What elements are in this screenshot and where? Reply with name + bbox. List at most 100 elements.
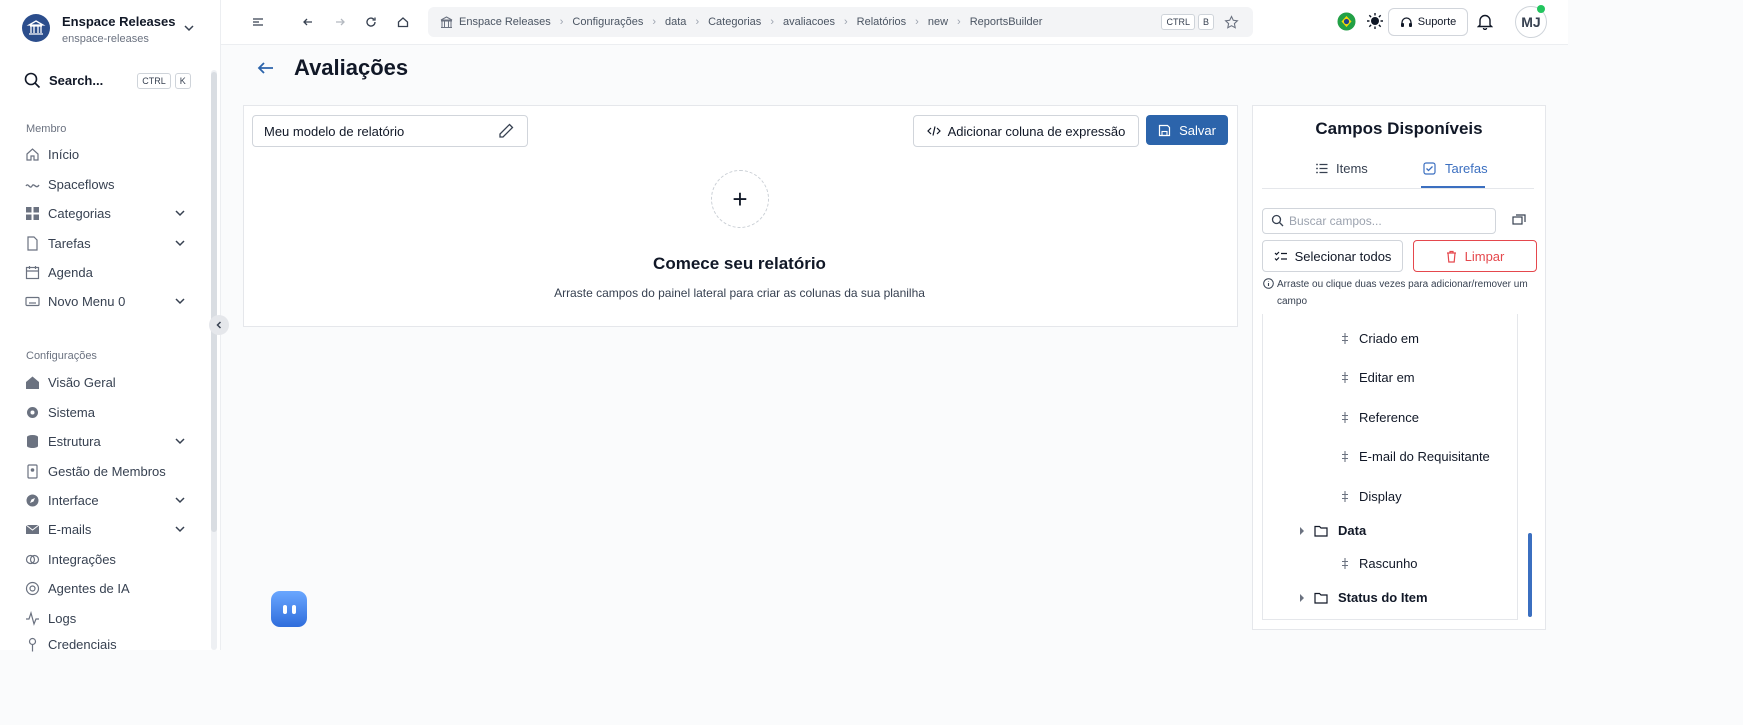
clear-label: Limpar (1464, 248, 1505, 264)
sidebar-item-visao-geral[interactable]: Visão Geral (24, 371, 184, 393)
tab-label: Items (1336, 161, 1368, 176)
caret-right-icon[interactable] (1299, 526, 1305, 535)
caret-right-icon[interactable] (1299, 593, 1305, 602)
database-icon (24, 433, 40, 449)
brazil-flag-icon[interactable] (1337, 12, 1356, 31)
chevron-down-icon[interactable] (174, 523, 186, 535)
search-button[interactable]: Search... CTRL K (24, 72, 191, 89)
fields-search-input[interactable]: Buscar campos... (1262, 208, 1496, 234)
breadcrumb-item[interactable]: Categorias (708, 16, 761, 28)
sidebar-item-agentes-ia[interactable]: Agentes de IA (24, 577, 184, 599)
sidebar-item-interface[interactable]: Interface (24, 489, 186, 511)
field-item-criado-em[interactable]: Criado em (1340, 331, 1419, 346)
sidebar-item-integracoes[interactable]: Integrações (24, 548, 184, 570)
chevron-down-icon[interactable] (183, 22, 195, 34)
field-item-email-requisitante[interactable]: E-mail do Requisitante (1340, 449, 1490, 464)
sidebar-item-logs[interactable]: Logs (24, 607, 184, 629)
star-icon[interactable] (1224, 14, 1239, 30)
folder-status-item[interactable]: Status do Item (1299, 590, 1428, 605)
drag-handle-icon[interactable] (1340, 411, 1350, 424)
add-expression-label: Adicionar coluna de expressão (947, 123, 1126, 139)
sidebar-scroll-thumb[interactable] (211, 72, 217, 532)
sidebar-item-label: Gestão de Membros (48, 463, 166, 479)
sidebar-item-label: Sistema (48, 404, 95, 420)
chevron-down-icon[interactable] (174, 435, 186, 447)
drag-handle-icon[interactable] (1340, 332, 1350, 345)
kbd-ctrl: CTRL (1161, 14, 1195, 30)
sidebar-item-emails[interactable]: E-mails (24, 518, 186, 540)
fields-tree-scrollbar[interactable] (1528, 533, 1532, 617)
drag-handle-icon[interactable] (1340, 557, 1350, 570)
clear-button[interactable]: Limpar (1413, 240, 1537, 272)
search-placeholder: Buscar campos... (1289, 214, 1382, 228)
collapse-all-icon[interactable] (1512, 213, 1526, 226)
sidebar-item-spaceflows[interactable]: Spaceflows (24, 173, 184, 195)
chevron-down-icon[interactable] (174, 237, 186, 249)
sidebar-item-sistema[interactable]: Sistema (24, 401, 184, 423)
workspace-logo[interactable] (22, 14, 50, 42)
sidebar-item-credenciais[interactable]: Credenciais (24, 636, 184, 652)
sidebar-item-label: Logs (48, 610, 77, 626)
active-tab-indicator (1421, 186, 1485, 188)
breadcrumb-item[interactable]: Enspace Releases (459, 16, 551, 28)
add-expression-column-button[interactable]: Adicionar coluna de expressão (913, 115, 1139, 147)
field-item-rascunho[interactable]: Rascunho (1340, 556, 1418, 571)
ai-icon (24, 580, 40, 596)
home-icon (24, 374, 40, 390)
breadcrumb-item[interactable]: data (665, 16, 686, 28)
folder-data[interactable]: Data (1299, 523, 1366, 538)
breadcrumb: Enspace Releases › Configurações › data › C… (428, 7, 1253, 37)
sidebar-item-tarefas[interactable]: Tarefas (24, 232, 186, 254)
back-button[interactable] (256, 58, 276, 78)
field-item-editar-em[interactable]: Editar em (1340, 370, 1415, 385)
forward-arrow-icon[interactable] (331, 13, 349, 31)
breadcrumb-item[interactable]: ReportsBuilder (970, 16, 1043, 28)
ai-assistant-bot-icon[interactable] (271, 591, 307, 627)
chevron-down-icon[interactable] (174, 494, 186, 506)
drag-handle-icon[interactable] (1340, 450, 1350, 463)
sidebar-item-estrutura[interactable]: Estrutura (24, 430, 186, 452)
breadcrumb-item[interactable]: avaliacoes (783, 16, 835, 28)
workspace-name[interactable]: Enspace Releases (62, 14, 175, 29)
chevron-down-icon[interactable] (174, 207, 186, 219)
sidebar-toggle-icon[interactable] (249, 13, 267, 31)
refresh-icon[interactable] (362, 13, 380, 31)
collapse-sidebar-button[interactable] (209, 315, 229, 335)
report-name-field[interactable]: Meu modelo de relatório (252, 115, 528, 147)
field-label: Reference (1359, 410, 1419, 425)
headset-icon (1400, 16, 1413, 29)
page-title: Avaliações (294, 55, 409, 80)
home-icon[interactable] (394, 13, 412, 31)
add-column-plus-icon[interactable]: + (711, 170, 769, 228)
field-label: Criado em (1359, 331, 1419, 346)
bell-icon[interactable] (1477, 13, 1493, 30)
pencil-icon[interactable] (497, 122, 515, 140)
theme-toggle-icon[interactable] (1366, 12, 1384, 30)
save-button[interactable]: Salvar (1146, 115, 1228, 145)
fields-tree[interactable] (1262, 314, 1518, 620)
breadcrumb-item[interactable]: new (928, 16, 948, 28)
sidebar-item-label: Credenciais (48, 636, 117, 652)
tab-items[interactable]: Items (1316, 161, 1368, 176)
section-title-config: Configurações (26, 350, 97, 362)
grid-icon (24, 205, 40, 221)
back-arrow-icon[interactable] (299, 13, 317, 31)
breadcrumb-item[interactable]: Relatórios (857, 16, 907, 28)
sidebar-item-categorias[interactable]: Categorias (24, 202, 186, 224)
drag-handle-icon[interactable] (1340, 371, 1350, 384)
support-button[interactable]: Suporte (1388, 8, 1468, 36)
drag-handle-icon[interactable] (1340, 490, 1350, 503)
online-status-dot (1537, 5, 1545, 13)
tab-label: Tarefas (1445, 161, 1488, 176)
folder-label: Data (1338, 523, 1367, 538)
breadcrumb-item[interactable]: Configurações (572, 16, 643, 28)
sidebar-item-gestao-membros[interactable]: Gestão de Membros (24, 460, 184, 482)
select-all-button[interactable]: Selecionar todos (1262, 240, 1403, 272)
field-item-reference[interactable]: Reference (1340, 410, 1419, 425)
report-name-value: Meu modelo de relatório (264, 124, 405, 139)
sidebar-item-inicio[interactable]: Início (24, 143, 184, 165)
checklist-icon (1274, 251, 1287, 262)
field-item-display[interactable]: Display (1340, 489, 1402, 504)
tab-tarefas[interactable]: Tarefas (1423, 161, 1488, 176)
folder-label: Status do Item (1338, 590, 1428, 605)
